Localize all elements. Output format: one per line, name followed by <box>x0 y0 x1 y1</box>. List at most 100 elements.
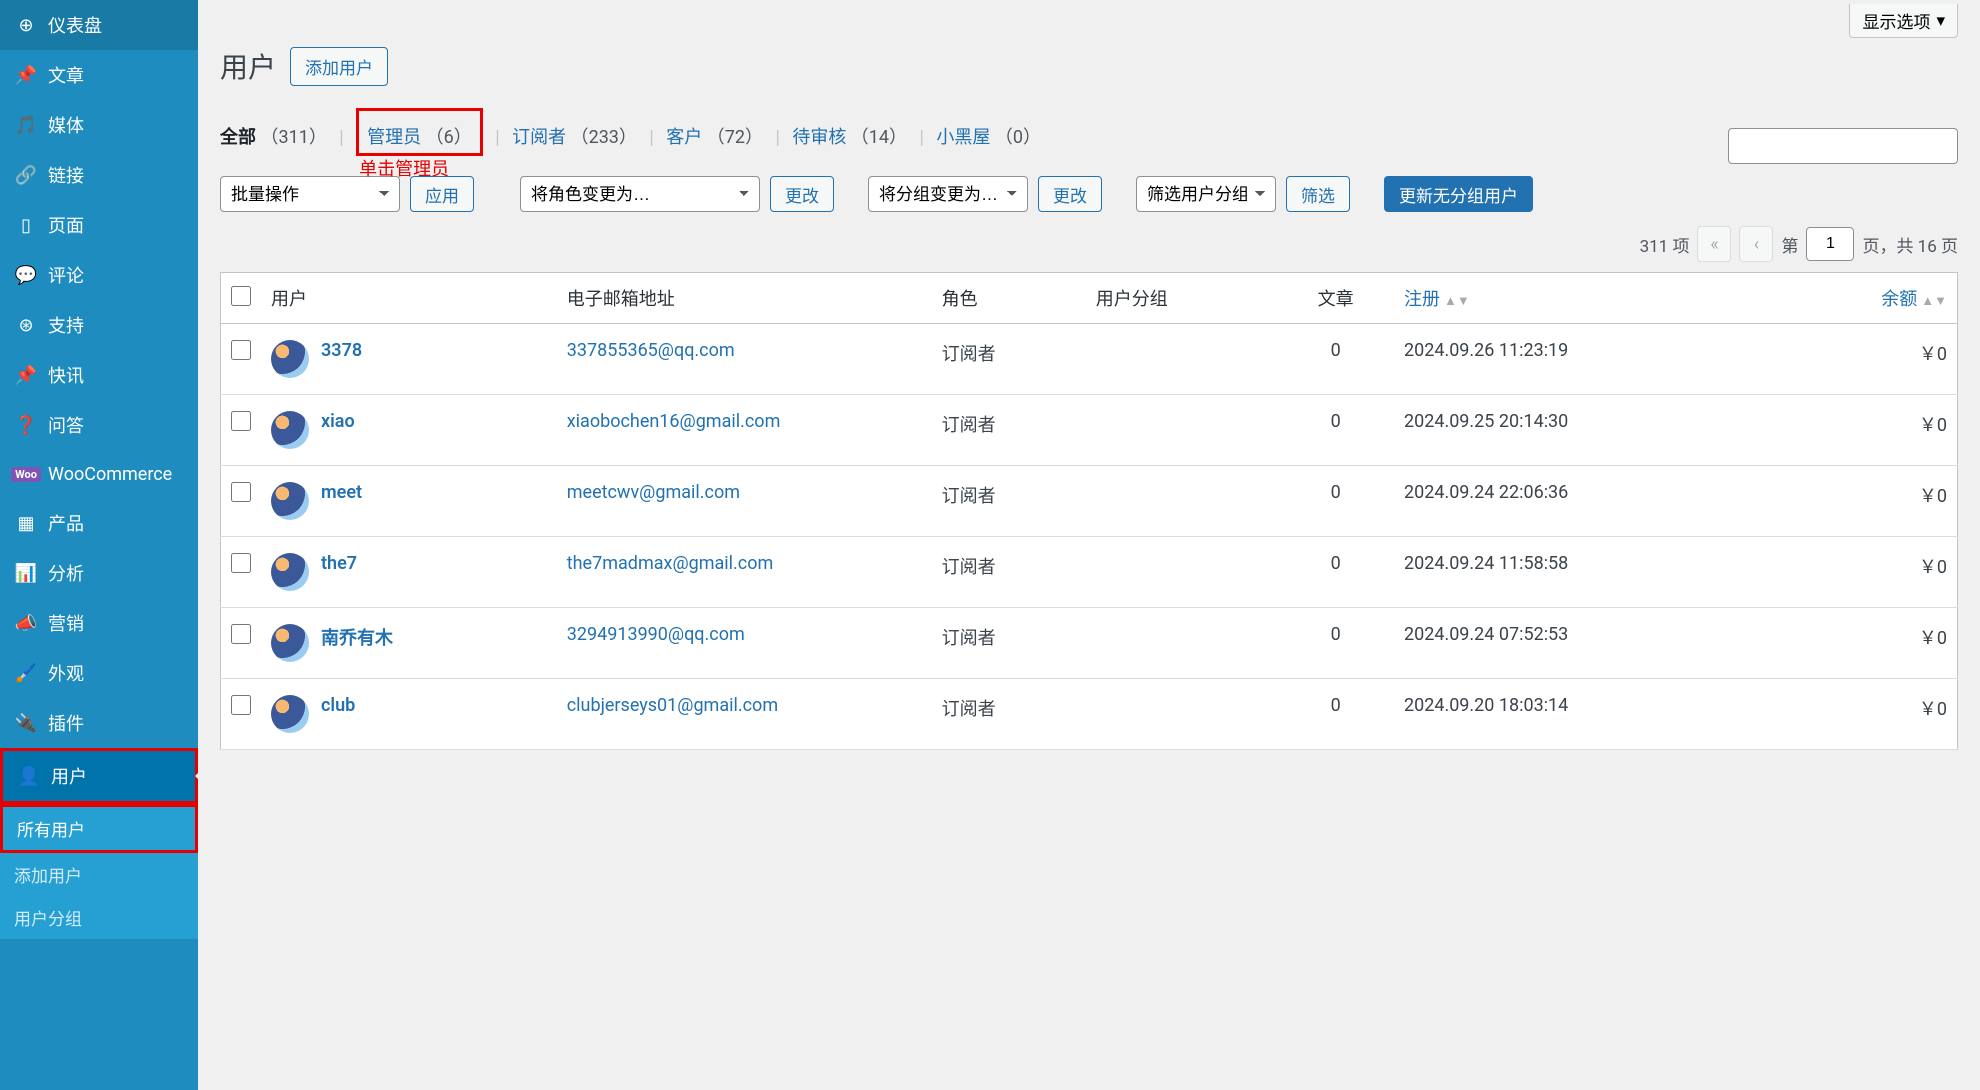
posts-cell: 0 <box>1277 324 1394 395</box>
change-group-select[interactable]: 将分组变更为… <box>868 176 1028 212</box>
username-link[interactable]: club <box>321 695 355 716</box>
sidebar-subitem-add-user[interactable]: 添加用户 <box>0 853 198 896</box>
sidebar-subitem-all-users[interactable]: 所有用户 <box>0 804 198 853</box>
filter-all-label[interactable]: 全部 <box>220 127 256 148</box>
media-icon: 🎵 <box>14 113 38 137</box>
megaphone-icon: 📣 <box>14 611 38 635</box>
sidebar-item-qa[interactable]: ❓问答 <box>0 400 198 450</box>
annotation-text: 单击管理员 <box>359 155 449 181</box>
balance-cell: ￥0 <box>1778 324 1958 395</box>
row-checkbox[interactable] <box>231 482 251 502</box>
sidebar-item-woocommerce[interactable]: WooWooCommerce <box>0 450 198 498</box>
sidebar-item-marketing[interactable]: 📣营销 <box>0 598 198 648</box>
sidebar-item-users[interactable]: 👤用户 <box>0 748 198 804</box>
sidebar-item-dashboard[interactable]: ⊕仪表盘 <box>0 0 198 50</box>
col-email[interactable]: 电子邮箱地址 <box>557 273 932 324</box>
filter-subscriber-link[interactable]: 订阅者 <box>512 127 566 148</box>
change-role-select[interactable]: 将角色变更为… <box>520 176 760 212</box>
add-user-button[interactable]: 添加用户 <box>290 47 388 86</box>
update-nogroup-button[interactable]: 更新无分组用户 <box>1384 176 1533 212</box>
email-link[interactable]: the7madmax@gmail.com <box>567 553 774 574</box>
email-link[interactable]: clubjerseys01@gmail.com <box>567 695 778 716</box>
username-link[interactable]: 3378 <box>321 340 362 361</box>
username-link[interactable]: xiao <box>321 411 355 432</box>
registered-cell: 2024.09.24 11:58:58 <box>1394 537 1778 608</box>
sidebar-item-links[interactable]: 🔗链接 <box>0 150 198 200</box>
filter-group-button[interactable]: 筛选 <box>1286 176 1350 212</box>
registered-cell: 2024.09.24 22:06:36 <box>1394 466 1778 537</box>
username-link[interactable]: the7 <box>321 553 357 574</box>
filter-subscriber-count: （233） <box>571 127 637 148</box>
col-group[interactable]: 用户分组 <box>1086 273 1278 324</box>
sidebar-item-plugins[interactable]: 🔌插件 <box>0 698 198 748</box>
row-checkbox[interactable] <box>231 411 251 431</box>
group-cell <box>1086 324 1278 395</box>
col-posts[interactable]: 文章 <box>1277 273 1394 324</box>
screen-options-button[interactable]: 显示选项 ▾ <box>1849 4 1958 38</box>
pin-icon: 📌 <box>14 63 38 87</box>
sidebar-item-appearance[interactable]: 🖌️外观 <box>0 648 198 698</box>
table-row: 3378 337855365@qq.com 订阅者 0 2024.09.26 1… <box>221 324 1958 395</box>
woo-icon: Woo <box>14 462 38 486</box>
sort-icon: ▲▼ <box>1444 293 1470 309</box>
registered-cell: 2024.09.20 18:03:14 <box>1394 679 1778 750</box>
sidebar-item-news[interactable]: 📌快讯 <box>0 350 198 400</box>
row-checkbox[interactable] <box>231 340 251 360</box>
sidebar-subitem-user-groups[interactable]: 用户分组 <box>0 896 198 939</box>
search-users-input[interactable] <box>1728 128 1958 164</box>
pagination-total-items: 311 项 <box>1640 232 1690 257</box>
filter-blackroom-link[interactable]: 小黑屋 <box>936 127 990 148</box>
pagination-page-input[interactable] <box>1806 227 1854 261</box>
pagination-prefix: 第 <box>1781 232 1798 257</box>
email-link[interactable]: meetcwv@gmail.com <box>567 482 740 503</box>
email-link[interactable]: 3294913990@qq.com <box>567 624 745 645</box>
change-group-button[interactable]: 更改 <box>1038 176 1102 212</box>
registered-cell: 2024.09.25 20:14:30 <box>1394 395 1778 466</box>
row-checkbox[interactable] <box>231 624 251 644</box>
user-icon: 👤 <box>17 764 41 788</box>
support-icon: ⊛ <box>14 313 38 337</box>
balance-cell: ￥0 <box>1778 466 1958 537</box>
pagination-first-button[interactable]: « <box>1697 226 1731 262</box>
sidebar-item-media[interactable]: 🎵媒体 <box>0 100 198 150</box>
filter-admin-link[interactable]: 管理员 <box>367 127 421 148</box>
sidebar-item-posts[interactable]: 📌文章 <box>0 50 198 100</box>
bulk-action-select[interactable]: 批量操作 <box>220 176 400 212</box>
pin-icon: 📌 <box>14 363 38 387</box>
email-link[interactable]: xiaobochen16@gmail.com <box>567 411 781 432</box>
filter-customer-count: （72） <box>707 127 763 148</box>
col-registered[interactable]: 注册▲▼ <box>1394 273 1778 324</box>
username-link[interactable]: 南乔有木 <box>321 624 393 650</box>
col-user[interactable]: 用户 <box>261 273 557 324</box>
username-link[interactable]: meet <box>321 482 362 503</box>
sidebar-item-products[interactable]: ▦产品 <box>0 498 198 548</box>
role-cell: 订阅者 <box>932 537 1086 608</box>
sidebar-item-support[interactable]: ⊛支持 <box>0 300 198 350</box>
apply-bulk-button[interactable]: 应用 <box>410 176 474 212</box>
filter-blackroom-count: （0） <box>995 127 1041 148</box>
filter-pending-link[interactable]: 待审核 <box>792 127 846 148</box>
filter-group-select[interactable]: 筛选用户分组 <box>1136 176 1276 212</box>
sidebar-item-comments[interactable]: 💬评论 <box>0 250 198 300</box>
registered-cell: 2024.09.24 07:52:53 <box>1394 608 1778 679</box>
change-role-button[interactable]: 更改 <box>770 176 834 212</box>
filter-customer-link[interactable]: 客户 <box>666 127 702 148</box>
row-checkbox[interactable] <box>231 553 251 573</box>
role-cell: 订阅者 <box>932 395 1086 466</box>
analytics-icon: 📊 <box>14 561 38 585</box>
row-checkbox[interactable] <box>231 695 251 715</box>
col-balance[interactable]: 余额▲▼ <box>1778 273 1958 324</box>
sidebar-item-analytics[interactable]: 📊分析 <box>0 548 198 598</box>
pagination-prev-button[interactable]: ‹ <box>1739 226 1773 262</box>
table-row: the7 the7madmax@gmail.com 订阅者 0 2024.09.… <box>221 537 1958 608</box>
select-all-checkbox[interactable] <box>231 286 251 306</box>
plugin-icon: 🔌 <box>14 711 38 735</box>
sidebar-item-pages[interactable]: ▯页面 <box>0 200 198 250</box>
group-cell <box>1086 466 1278 537</box>
posts-cell: 0 <box>1277 395 1394 466</box>
col-role[interactable]: 角色 <box>932 273 1086 324</box>
group-cell <box>1086 679 1278 750</box>
email-link[interactable]: 337855365@qq.com <box>567 340 735 361</box>
balance-cell: ￥0 <box>1778 537 1958 608</box>
avatar <box>271 340 309 378</box>
